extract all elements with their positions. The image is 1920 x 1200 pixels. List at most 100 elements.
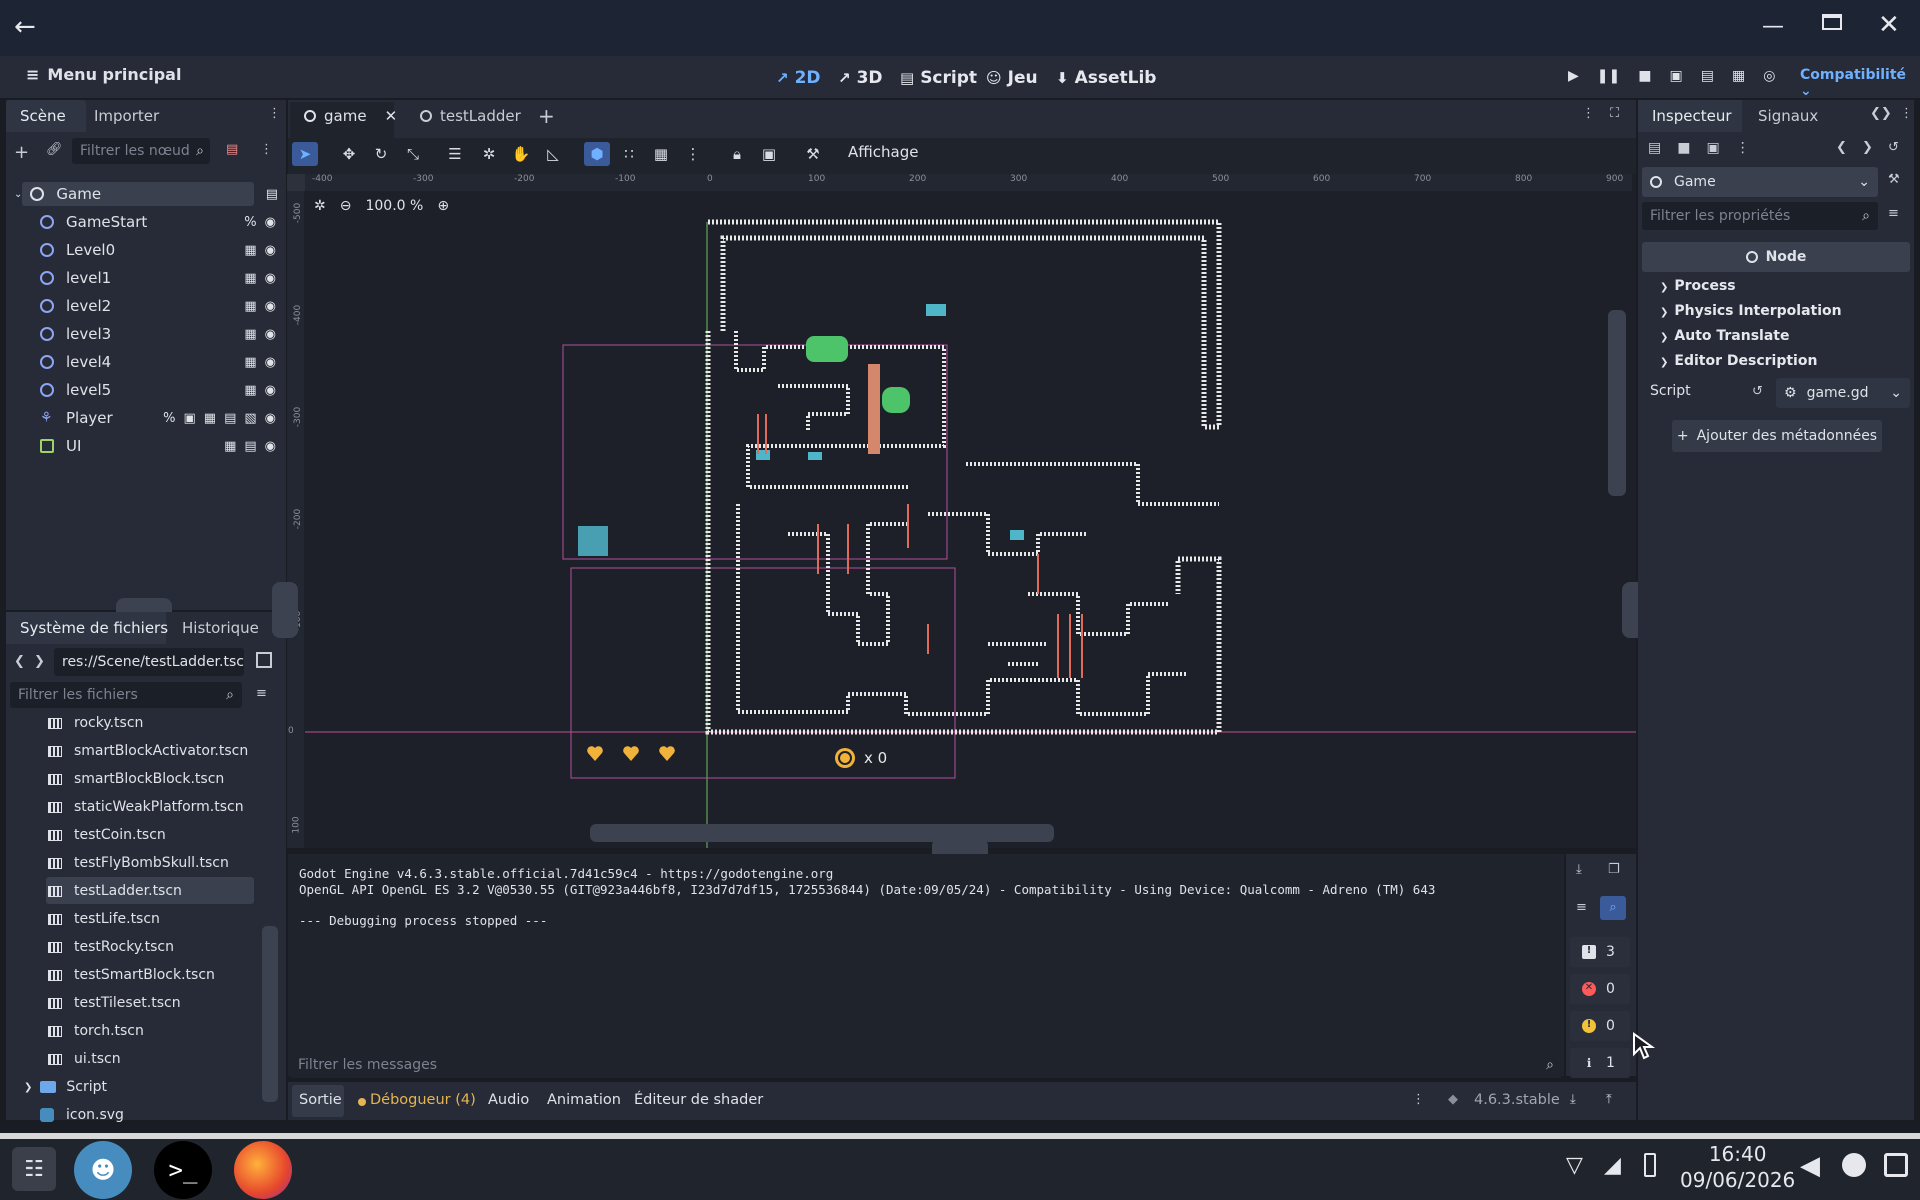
eye-icon[interactable]: ◉ <box>265 243 276 258</box>
file-item[interactable]: testTileset.tscn <box>48 990 258 1016</box>
run-custom-icon[interactable]: ◎ <box>1763 68 1775 84</box>
revert-icon[interactable]: ↺ <box>1752 384 1763 399</box>
pause-icon[interactable]: ❚❚ <box>1597 68 1620 84</box>
script-resource-field[interactable]: ⚙ game.gd ⌄ <box>1776 378 1910 408</box>
file-item[interactable]: testSmartBlock.tscn <box>48 962 258 988</box>
group-icon[interactable]: ▣ <box>756 142 782 166</box>
tree-node-level2[interactable]: level2 ▦ ◉ <box>20 293 282 319</box>
property-filter-input[interactable]: Filtrer les propriétés ⌕ <box>1642 202 1878 230</box>
vertical-scrollbar[interactable] <box>1608 310 1626 496</box>
filter-options-icon[interactable]: ≡ <box>1888 206 1899 221</box>
save-icon[interactable]: ▣ <box>1706 140 1719 156</box>
wifi-icon[interactable]: ▽ <box>1566 1153 1583 1178</box>
signal-icon[interactable]: ▣ <box>183 411 195 426</box>
instance-icon[interactable]: ▦ <box>244 271 256 286</box>
tab-output[interactable]: Sortie <box>299 1092 342 1108</box>
close-tab-icon[interactable]: ✕ <box>385 107 398 125</box>
remote-debug-icon[interactable]: ▣ <box>1669 68 1682 84</box>
close-icon[interactable]: ✕ <box>1878 10 1900 40</box>
instance-icon[interactable]: ▦ <box>244 327 256 342</box>
eye-icon[interactable]: ◉ <box>265 355 276 370</box>
script-icon[interactable]: ▤ <box>224 411 236 426</box>
snap-options-icon[interactable]: ⋮ <box>680 142 706 166</box>
signal-icon[interactable]: ◢ <box>1604 1153 1621 1178</box>
history-forward-icon[interactable]: ❯ <box>1862 140 1873 155</box>
tab-game[interactable]: game ✕ <box>304 107 397 125</box>
nav-back-icon[interactable]: ◀ <box>1800 1151 1820 1181</box>
nav-back-icon[interactable]: ❮ <box>14 654 25 669</box>
tab-signals[interactable]: Signaux <box>1758 107 1818 125</box>
tab-import[interactable]: Importer <box>94 107 159 125</box>
stop-icon[interactable]: ■ <box>1638 68 1651 84</box>
file-item[interactable]: staticWeakPlatform.tscn <box>48 794 258 820</box>
tree-node-ui[interactable]: UI ▦ ▤ ◉ <box>20 433 282 459</box>
instance-icon[interactable]: ▦ <box>244 383 256 398</box>
lock-icon[interactable]: 🔒︎ <box>724 142 750 166</box>
history-icon[interactable]: ↺ <box>1888 140 1899 155</box>
rotate-tool-icon[interactable]: ↻ <box>368 142 394 166</box>
pin-panel-icon[interactable]: ⤓ <box>1570 1092 1576 1107</box>
file-item[interactable]: testLife.tscn <box>48 906 258 932</box>
tab-filesystem[interactable]: Système de fichiers <box>20 619 168 637</box>
file-item[interactable]: testFlyBombSkull.tscn <box>48 850 258 876</box>
messages-count[interactable]: ! 3 <box>1570 937 1630 967</box>
workspace-2d[interactable]: ↗ 2D <box>776 66 821 90</box>
instance-icon[interactable]: ▦ <box>204 411 216 426</box>
eye-icon[interactable]: ◉ <box>265 383 276 398</box>
instance-icon[interactable]: ▦ <box>244 243 256 258</box>
errors-count[interactable]: ✕ 0 <box>1570 974 1630 1004</box>
tab-testladder[interactable]: testLadder <box>420 107 521 125</box>
eye-icon[interactable]: ◉ <box>265 327 276 342</box>
tab-animation[interactable]: Animation <box>547 1092 621 1108</box>
tree-node-level3[interactable]: level3 ▦ ◉ <box>20 321 282 347</box>
battery-icon[interactable] <box>1644 1153 1656 1177</box>
tree-node-level1[interactable]: level1 ▦ ◉ <box>20 265 282 291</box>
select-tool-icon[interactable]: ➤ <box>292 142 318 166</box>
file-item[interactable]: testRocky.tscn <box>48 934 258 960</box>
tree-node-player[interactable]: ⚘ Player% ▣ ▦ ▤ ▧ ◉ <box>20 405 282 431</box>
workspace-script[interactable]: ▤ Script <box>900 66 977 90</box>
instance-icon[interactable]: ▦ <box>244 355 256 370</box>
section-physics-interpolation[interactable]: ❯ Physics Interpolation <box>1660 303 1842 319</box>
instance-icon[interactable]: ▦ <box>224 439 236 454</box>
search-toggle-icon[interactable]: ⌕ <box>1600 896 1626 920</box>
bone-icon[interactable]: ⚒ <box>800 142 826 166</box>
node-help-icon[interactable]: ⚒ <box>1888 172 1900 187</box>
file-item[interactable]: testCoin.tscn <box>48 822 258 848</box>
maximize-icon[interactable] <box>1822 14 1842 30</box>
scene-filter-input[interactable]: Filtrer les nœud ⌕ <box>72 138 210 164</box>
eye-icon[interactable]: ◉ <box>265 439 276 454</box>
expand-panel-icon[interactable]: ⤒ <box>1606 1092 1612 1107</box>
tab-history[interactable]: Historique <box>182 619 259 637</box>
unique-name-icon[interactable]: % <box>163 411 175 426</box>
nav-recents-icon[interactable] <box>1884 1153 1908 1177</box>
view-menu[interactable]: Affichage <box>848 143 918 161</box>
sort-icon[interactable]: ≡ <box>256 686 267 701</box>
godot-app-icon[interactable]: ☻ <box>74 1141 132 1199</box>
add-tab-icon[interactable]: + <box>538 104 555 128</box>
more-icon[interactable]: ⋮ <box>1736 140 1750 156</box>
back-arrow-icon[interactable]: ← <box>14 12 36 42</box>
tree-node-level4[interactable]: level4 ▦ ◉ <box>20 349 282 375</box>
pan-tool-icon[interactable]: ✋ <box>508 142 534 166</box>
bottom-menu-icon[interactable]: ⋮ <box>1412 1092 1425 1107</box>
scale-tool-icon[interactable]: ⤡ <box>400 142 426 166</box>
eye-icon[interactable]: ◉ <box>265 411 276 426</box>
unique-name-icon[interactable]: % <box>244 215 256 230</box>
file-item[interactable]: torch.tscn <box>48 1018 258 1044</box>
tab-shader-editor[interactable]: Éditeur de shader <box>634 1092 763 1108</box>
file-list-scrollbar[interactable] <box>262 926 278 1102</box>
tree-node-gamestart[interactable]: GameStart% ◉ <box>20 209 282 235</box>
node-select[interactable]: Game ⌄ <box>1642 167 1878 197</box>
open-folder-icon[interactable]: ■ <box>1677 140 1690 156</box>
dock-arrows-icon[interactable]: ❮❯ <box>1870 106 1892 121</box>
eye-icon[interactable]: ◉ <box>265 271 276 286</box>
script-icon[interactable]: ▤ <box>244 439 256 454</box>
workspace-3d[interactable]: ↗ 3D <box>838 66 883 90</box>
grid-snap-icon[interactable]: ∷ <box>616 142 642 166</box>
app-grid-icon[interactable]: ☷ <box>12 1147 56 1191</box>
scene-menu-icon[interactable]: ⋮ <box>260 142 273 157</box>
file-filter-input[interactable]: Filtrer les fichiers ⌕ <box>10 682 242 708</box>
tab-menu-icon[interactable]: ⋮ <box>1582 106 1595 121</box>
movie-maker-icon[interactable]: ▤ <box>1701 68 1714 84</box>
